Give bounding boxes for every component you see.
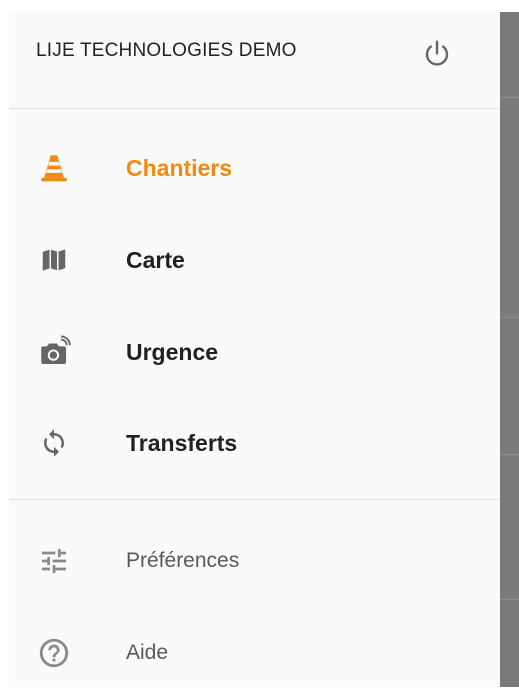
menu-item-label: Chantiers bbox=[126, 155, 233, 181]
menu-item-transferts[interactable]: Transferts bbox=[9, 398, 500, 490]
logout-button[interactable] bbox=[419, 36, 455, 72]
traffic-cone-icon bbox=[37, 151, 71, 185]
menu-item-label: Préférences bbox=[126, 549, 240, 572]
menu-divider bbox=[9, 499, 500, 500]
scrim-line bbox=[500, 317, 519, 318]
drawer-header: LIJE TECHNOLOGIES DEMO bbox=[9, 12, 500, 109]
menu-item-preferences[interactable]: Préférences bbox=[9, 516, 500, 608]
menu-item-carte[interactable]: Carte bbox=[9, 215, 500, 307]
menu-item-label: Carte bbox=[126, 247, 185, 273]
drawer-scrim[interactable] bbox=[500, 12, 519, 687]
tune-sliders-icon bbox=[37, 544, 71, 578]
help-circle-icon bbox=[37, 636, 71, 670]
map-icon bbox=[37, 243, 71, 277]
power-icon bbox=[425, 40, 449, 66]
menu-item-urgence[interactable]: Urgence bbox=[9, 307, 500, 399]
scrim-line bbox=[500, 97, 519, 98]
scrim-line bbox=[500, 454, 519, 455]
account-title: LIJE TECHNOLOGIES DEMO bbox=[36, 40, 297, 61]
camera-wireless-icon bbox=[37, 335, 71, 369]
menu-item-aide[interactable]: Aide bbox=[9, 608, 500, 700]
navigation-drawer: LIJE TECHNOLOGIES DEMO Chantiers Carte U… bbox=[9, 12, 500, 687]
menu-item-label: Aide bbox=[126, 641, 169, 664]
sync-icon bbox=[37, 426, 71, 460]
menu-item-label: Urgence bbox=[126, 339, 219, 365]
menu-item-chantiers[interactable]: Chantiers bbox=[9, 123, 500, 215]
menu-item-label: Transferts bbox=[126, 430, 238, 456]
scrim-line bbox=[500, 599, 519, 600]
